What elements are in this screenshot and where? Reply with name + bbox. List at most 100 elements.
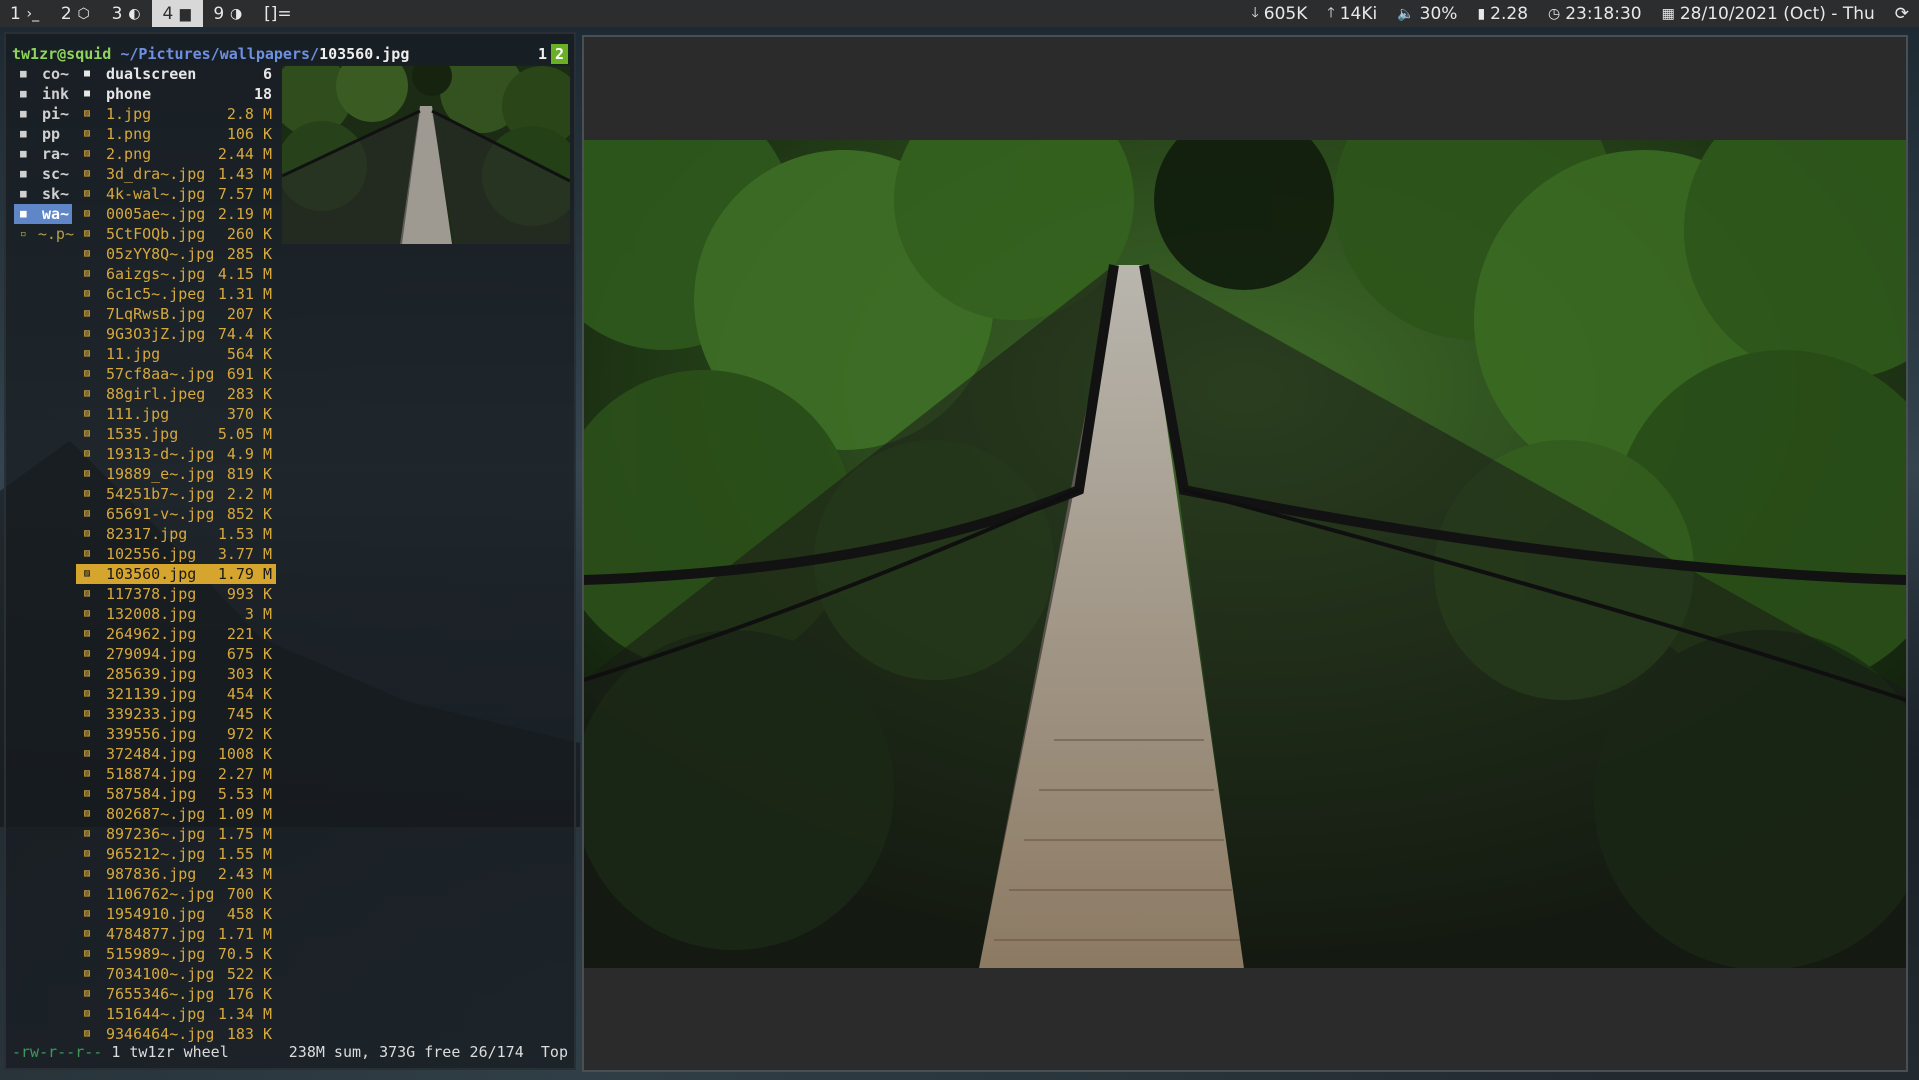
file-row[interactable]: ▨ 587584.jpg 5.53 M	[76, 784, 276, 804]
parent-dir-label: co~	[42, 65, 70, 83]
file-row[interactable]: ▨ 7655346~.jpg 176 K	[76, 984, 276, 1004]
entry-name: 339556.jpg	[106, 725, 197, 743]
image-file-icon: ▨	[84, 108, 91, 119]
file-row[interactable]: ▨ 102556.jpg 3.77 M	[76, 544, 276, 564]
image-file-icon: ▨	[84, 408, 91, 419]
tab-1[interactable]: 1	[534, 44, 551, 64]
image-file-icon: ▨	[84, 488, 91, 499]
entry-size: 522 K	[226, 965, 272, 983]
image-file-icon: ▨	[84, 468, 91, 479]
parent-dir-item[interactable]: ■ ink	[14, 84, 74, 104]
file-row[interactable]: ▨ 339233.jpg 745 K	[76, 704, 276, 724]
parent-dir-item[interactable]: ■ sc~	[14, 164, 74, 184]
tab-2[interactable]: 2	[550, 44, 568, 64]
entry-size: 260 K	[226, 225, 272, 243]
image-file-icon: ▨	[84, 508, 91, 519]
ranger-tabs: 1 2	[534, 44, 568, 64]
file-row[interactable]: ▨ 1.jpg 2.8 M	[76, 104, 276, 124]
parent-dir-item[interactable]: ■ ra~	[14, 144, 74, 164]
file-row[interactable]: ▨ 965212~.jpg 1.55 M	[76, 844, 276, 864]
parent-dir-item[interactable]: ■ pp	[14, 124, 74, 144]
file-row[interactable]: ▨ 11.jpg 564 K	[76, 344, 276, 364]
image-file-icon: ▨	[84, 788, 91, 799]
workspace-1[interactable]: 1 ›_	[0, 0, 51, 27]
file-row[interactable]: ▨ 515989~.jpg 70.5 K	[76, 944, 276, 964]
entry-size: 1008 K	[217, 745, 272, 763]
file-row[interactable]: ▨ 0005ae~.jpg 2.19 M	[76, 204, 276, 224]
file-row[interactable]: ▨ 1.png 106 K	[76, 124, 276, 144]
file-row[interactable]: ▨ 19313-d~.jpg 4.9 M	[76, 444, 276, 464]
file-row[interactable]: ▨ 6c1c5~.jpeg 1.31 M	[76, 284, 276, 304]
file-row[interactable]: ▨ 1954910.jpg 458 K	[76, 904, 276, 924]
file-row[interactable]: ▨ 285639.jpg 303 K	[76, 664, 276, 684]
directory-row[interactable]: ■ phone 18	[76, 84, 276, 104]
image-viewer-window[interactable]	[582, 35, 1908, 1072]
file-row[interactable]: ▨ 897236~.jpg 1.75 M	[76, 824, 276, 844]
entry-name: 279094.jpg	[106, 645, 197, 663]
file-row[interactable]: ▨ 6aizgs~.jpg 4.15 M	[76, 264, 276, 284]
volume[interactable]: 🔈 30%	[1397, 4, 1457, 24]
file-row[interactable]: ▨ 9G3O3jZ.jpg 74.4 K	[76, 324, 276, 344]
file-row[interactable]: ▨ 264962.jpg 221 K	[76, 624, 276, 644]
file-row[interactable]: ▨ 7034100~.jpg 522 K	[76, 964, 276, 984]
file-row[interactable]: ▨ 132008.jpg 3 M	[76, 604, 276, 624]
image-file-icon: ▨	[84, 188, 91, 199]
file-row[interactable]: ▨ 7LqRwsB.jpg 207 K	[76, 304, 276, 324]
image-file-icon: ▨	[84, 1008, 91, 1019]
file-row[interactable]: ▨ 88girl.jpeg 283 K	[76, 384, 276, 404]
refresh-icon[interactable]: ⟳	[1895, 4, 1909, 24]
entry-name: 111.jpg	[106, 405, 170, 423]
file-row[interactable]: ▨ 103560.jpg 1.79 M	[76, 564, 276, 584]
folder-icon: ■	[20, 107, 27, 120]
parent-dir-item[interactable]: ▫ ~.p~	[14, 224, 74, 244]
file-row[interactable]: ▨ 372484.jpg 1008 K	[76, 744, 276, 764]
parent-dir-item[interactable]: ■ pi~	[14, 104, 74, 124]
file-row[interactable]: ▨ 82317.jpg 1.53 M	[76, 524, 276, 544]
file-row[interactable]: ▨ 9346464~.jpg 183 K	[76, 1024, 276, 1044]
file-row[interactable]: ▨ 518874.jpg 2.27 M	[76, 764, 276, 784]
layout-indicator[interactable]: []=	[254, 0, 302, 27]
file-row[interactable]: ▨ 3d_dra~.jpg 1.43 M	[76, 164, 276, 184]
file-row[interactable]: ▨ 2.png 2.44 M	[76, 144, 276, 164]
parent-dir-item[interactable]: ■ sk~	[14, 184, 74, 204]
workspace-4[interactable]: 4 ▆	[152, 0, 204, 27]
file-row[interactable]: ▨ 4784877.jpg 1.71 M	[76, 924, 276, 944]
file-row[interactable]: ▨ 54251b7~.jpg 2.2 M	[76, 484, 276, 504]
entry-size: 176 K	[226, 985, 272, 1003]
image-file-icon: ▨	[84, 568, 91, 579]
entry-size: 691 K	[226, 365, 272, 383]
parent-dir-item[interactable]: ■ co~	[14, 64, 74, 84]
file-row[interactable]: ▨ 05zYY8Q~.jpg 285 K	[76, 244, 276, 264]
image-file-icon: ▨	[84, 948, 91, 959]
image-file-icon: ▨	[84, 288, 91, 299]
file-row[interactable]: ▨ 802687~.jpg 1.09 M	[76, 804, 276, 824]
file-row[interactable]: ▨ 65691-v~.jpg 852 K	[76, 504, 276, 524]
entry-size: 18	[253, 85, 272, 103]
workspace-9[interactable]: 9 ◑	[203, 0, 254, 27]
file-row[interactable]: ▨ 339556.jpg 972 K	[76, 724, 276, 744]
file-row[interactable]: ▨ 1106762~.jpg 700 K	[76, 884, 276, 904]
entry-name: 05zYY8Q~.jpg	[106, 245, 215, 263]
file-row[interactable]: ▨ 19889_e~.jpg 819 K	[76, 464, 276, 484]
ranger-terminal-window[interactable]: tw1zr@squid ~/Pictures/wallpapers/103560…	[4, 32, 576, 1070]
entry-size: 1.71 M	[217, 925, 272, 943]
workspace-3[interactable]: 3 ◐	[102, 0, 153, 27]
directory-row[interactable]: ■ dualscreen 6	[76, 64, 276, 84]
file-row[interactable]: ▨ 117378.jpg 993 K	[76, 584, 276, 604]
file-row[interactable]: ▨ 987836.jpg 2.43 M	[76, 864, 276, 884]
workspace-2[interactable]: 2 ⬡	[51, 0, 102, 27]
file-row[interactable]: ▨ 5CtFOQb.jpg 260 K	[76, 224, 276, 244]
file-row[interactable]: ▨ 151644~.jpg 1.34 M	[76, 1004, 276, 1024]
terminal-icon: ›_	[26, 5, 40, 22]
file-row[interactable]: ▨ 111.jpg 370 K	[76, 404, 276, 424]
file-row[interactable]: ▨ 279094.jpg 675 K	[76, 644, 276, 664]
image-file-icon: ▨	[84, 248, 91, 259]
entry-size: 7.57 M	[217, 185, 272, 203]
file-row[interactable]: ▨ 57cf8aa~.jpg 691 K	[76, 364, 276, 384]
file-row[interactable]: ▨ 4k-wal~.jpg 7.57 M	[76, 184, 276, 204]
date: ▦ 28/10/2021 (Oct) - Thu	[1661, 3, 1875, 24]
image-file-icon: ▨	[84, 628, 91, 639]
file-row[interactable]: ▨ 321139.jpg 454 K	[76, 684, 276, 704]
parent-dir-item[interactable]: ■ wa~	[14, 204, 72, 224]
file-row[interactable]: ▨ 1535.jpg 5.05 M	[76, 424, 276, 444]
